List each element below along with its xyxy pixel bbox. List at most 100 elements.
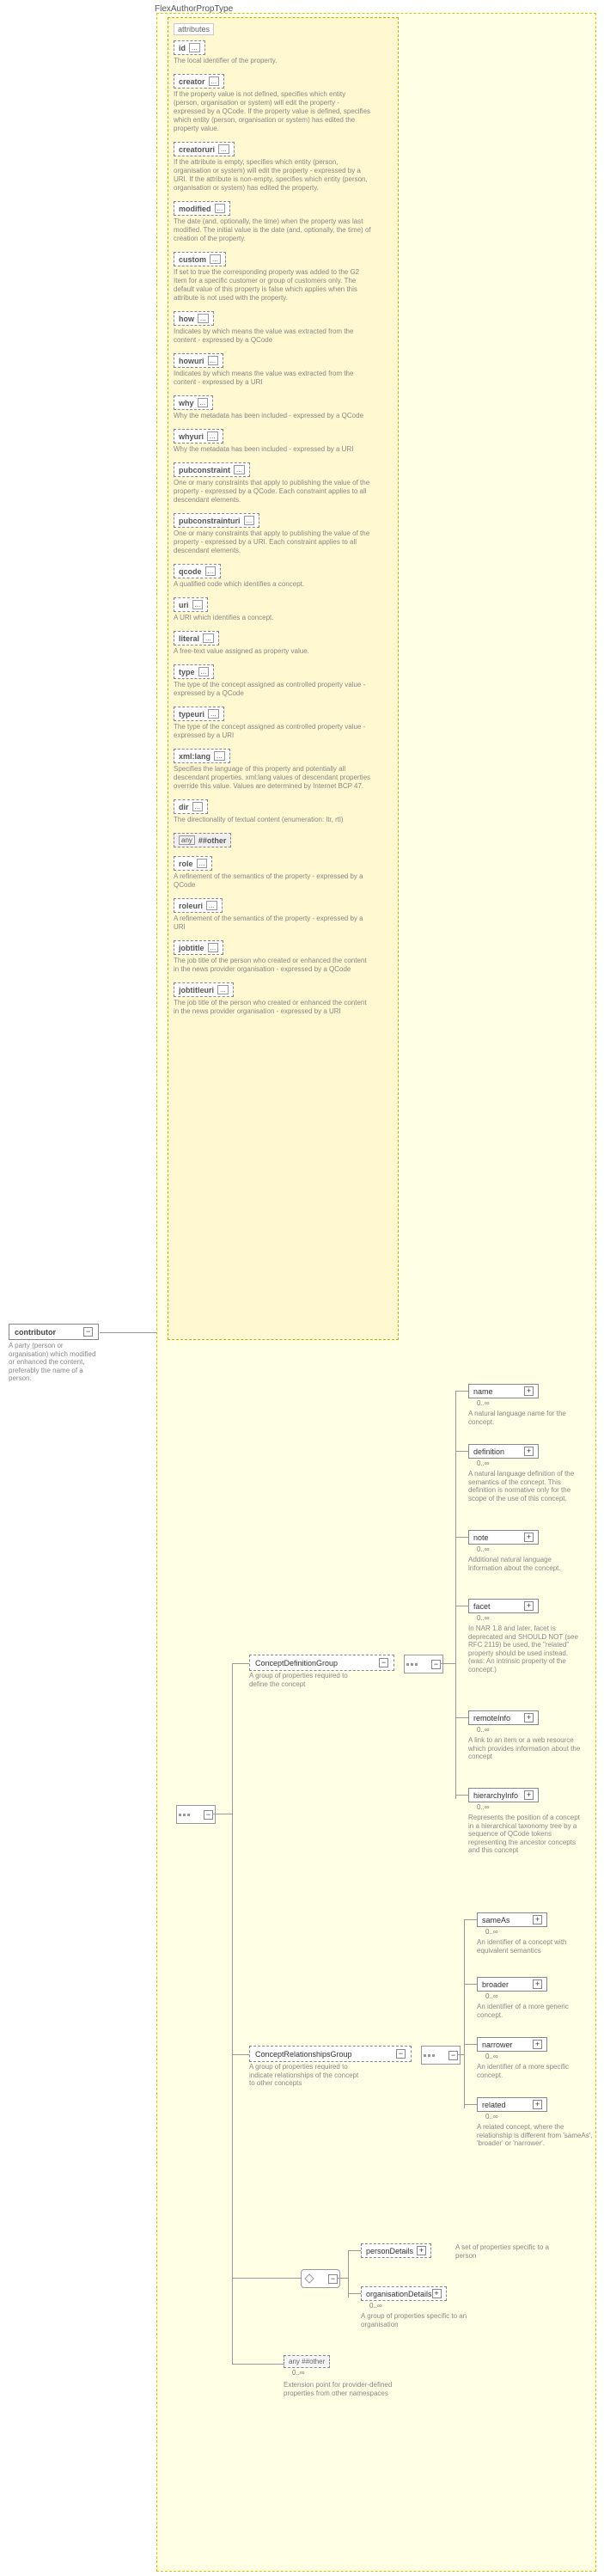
attribute-desc: If the attribute is empty, specifies whi…: [174, 158, 371, 193]
collapse-icon[interactable]: −: [448, 2051, 458, 2060]
occurrence: 0..∞: [485, 2053, 498, 2060]
attribute-desc: One or many constraints that apply to pu…: [174, 479, 371, 505]
attribute: pubconstrainturi...One or many constrain…: [174, 513, 371, 555]
child-related: related+: [477, 2097, 547, 2112]
group-desc: A group of properties required to indica…: [249, 2063, 361, 2088]
occurrence: 0..∞: [485, 2113, 498, 2120]
expand-icon[interactable]: +: [533, 1915, 542, 1924]
attribute-desc: If the property value is not defined, sp…: [174, 90, 371, 133]
attribute-name: creatoruri...: [174, 142, 235, 156]
attribute: custom...If set to true the correspondin…: [174, 252, 371, 303]
root-label: contributor: [15, 1328, 56, 1337]
expand-icon[interactable]: +: [524, 1533, 534, 1542]
attribute-name: type...: [174, 664, 214, 679]
attribute: howuri...Indicates by which means the va…: [174, 353, 371, 387]
child-note: note+: [468, 1530, 539, 1545]
ellipsis-icon: ...: [197, 859, 208, 868]
attribute-desc: Why the metadata has been included - exp…: [174, 445, 371, 454]
ellipsis-icon: ...: [234, 465, 245, 474]
child-remoteinfo: remoteInfo+: [468, 1710, 539, 1725]
attribute-desc: One or many constraints that apply to pu…: [174, 529, 371, 555]
concept-definition-group: ConceptDefinitionGroup −: [249, 1655, 394, 1671]
sequence-node: −: [404, 1655, 443, 1673]
attribute: id...The local identifier of the propert…: [174, 40, 371, 65]
collapse-icon[interactable]: −: [431, 1660, 441, 1669]
attribute-name: pubconstraint...: [174, 462, 250, 477]
attribute-desc: The type of the concept assigned as cont…: [174, 681, 371, 698]
child-organisationdetails: organisationDetails+: [361, 2286, 447, 2301]
attribute-name: howuri...: [174, 353, 223, 368]
attribute-name: literal...: [174, 631, 219, 646]
attribute-name: typeuri...: [174, 707, 224, 721]
collapse-icon[interactable]: −: [379, 1658, 388, 1667]
attribute-name: id...: [174, 40, 205, 55]
child-desc: A natural language name for the concept.: [468, 1410, 584, 1426]
occurrence: 0..∞: [477, 1614, 490, 1622]
attribute-desc: The job title of the person who created …: [174, 957, 371, 974]
collapse-icon[interactable]: −: [83, 1327, 93, 1337]
ellipsis-icon: ...: [198, 398, 209, 407]
child-desc: An identifier of a more generic concept.: [477, 2003, 593, 2019]
expand-icon[interactable]: +: [524, 1601, 534, 1611]
attribute-desc: Why the metadata has been included - exp…: [174, 412, 371, 420]
attribute-desc: A URI which identifies a concept.: [174, 614, 371, 622]
expand-icon[interactable]: +: [524, 1713, 534, 1722]
child-narrower: narrower+: [477, 2037, 547, 2052]
expand-icon[interactable]: +: [524, 1790, 534, 1800]
ellipsis-icon: ...: [205, 566, 217, 576]
attribute: literal...A free-text value assigned as …: [174, 631, 371, 656]
expand-icon[interactable]: +: [417, 2246, 426, 2255]
ellipsis-icon: ...: [208, 356, 219, 365]
collapse-icon[interactable]: −: [204, 1810, 213, 1820]
attribute-name: custom...: [174, 252, 226, 266]
attribute: typeuri...The type of the concept assign…: [174, 707, 371, 740]
attribute-name: uri...: [174, 597, 208, 612]
sequence-node: −: [421, 2046, 461, 2065]
child-desc: Represents the position of a concept in …: [468, 1814, 584, 1855]
attribute: jobtitleuri... The job title of the perso…: [174, 982, 371, 1016]
child-desc: An identifier of a concept with equivale…: [477, 1938, 593, 1955]
expand-icon[interactable]: +: [533, 2040, 542, 2049]
collapse-icon[interactable]: −: [328, 2274, 338, 2284]
attributes-title: attributes: [174, 23, 214, 35]
child-desc: Additional natural language information …: [468, 1556, 584, 1572]
expand-icon[interactable]: +: [432, 2289, 442, 2298]
ellipsis-icon: ...: [215, 204, 226, 213]
extension-any: any ##other: [284, 2355, 330, 2368]
attributes-container: attributes id...The local identifier of …: [168, 17, 399, 1340]
child-sameas: sameAs+: [477, 1912, 547, 1927]
attribute-name: whyuri...: [174, 429, 223, 444]
collapse-icon[interactable]: −: [396, 2049, 406, 2059]
ellipsis-icon: ...: [189, 43, 200, 52]
child-desc: A group of properties specific to an org…: [361, 2312, 477, 2328]
ellipsis-icon: ...: [192, 600, 204, 609]
concept-relationships-group: ConceptRelationshipsGroup −: [249, 2046, 412, 2062]
attribute-name: jobtitleuri...: [174, 982, 234, 997]
attribute-name: jobtitle...: [174, 940, 223, 955]
attribute-name: role...: [174, 856, 212, 871]
attribute-desc: Specifies the language of this property …: [174, 765, 371, 791]
child-broader: broader+: [477, 1977, 547, 1992]
expand-icon[interactable]: +: [533, 2100, 542, 2109]
ellipsis-icon: ...: [207, 431, 218, 441]
ellipsis-icon: ...: [214, 751, 225, 761]
attribute: roleuri...A refinement of the semantics …: [174, 898, 371, 932]
choice-node: −: [301, 2269, 340, 2288]
occurrence: 0..∞: [292, 2369, 305, 2377]
expand-icon[interactable]: +: [524, 1447, 534, 1456]
expand-icon[interactable]: +: [533, 1979, 542, 1989]
child-desc: A set of properties specific to a person: [455, 2243, 558, 2260]
ellipsis-icon: ...: [208, 709, 219, 719]
attribute: creator...If the property value is not d…: [174, 74, 371, 133]
expand-icon[interactable]: +: [524, 1386, 534, 1396]
attribute-name: qcode...: [174, 564, 221, 578]
attribute-name: how...: [174, 311, 214, 326]
child-facet: facet+: [468, 1599, 539, 1613]
attribute: why...Why the metadata has been included…: [174, 395, 371, 420]
attribute-desc: A qualified code which identifies a conc…: [174, 580, 371, 589]
child-desc: Extension point for provider-defined pro…: [284, 2381, 400, 2397]
occurrence: 0..∞: [485, 1928, 498, 1936]
attribute: any ##other: [174, 833, 371, 847]
attribute-desc: The job title of the person who created …: [174, 999, 371, 1016]
child-definition: definition+: [468, 1444, 539, 1459]
